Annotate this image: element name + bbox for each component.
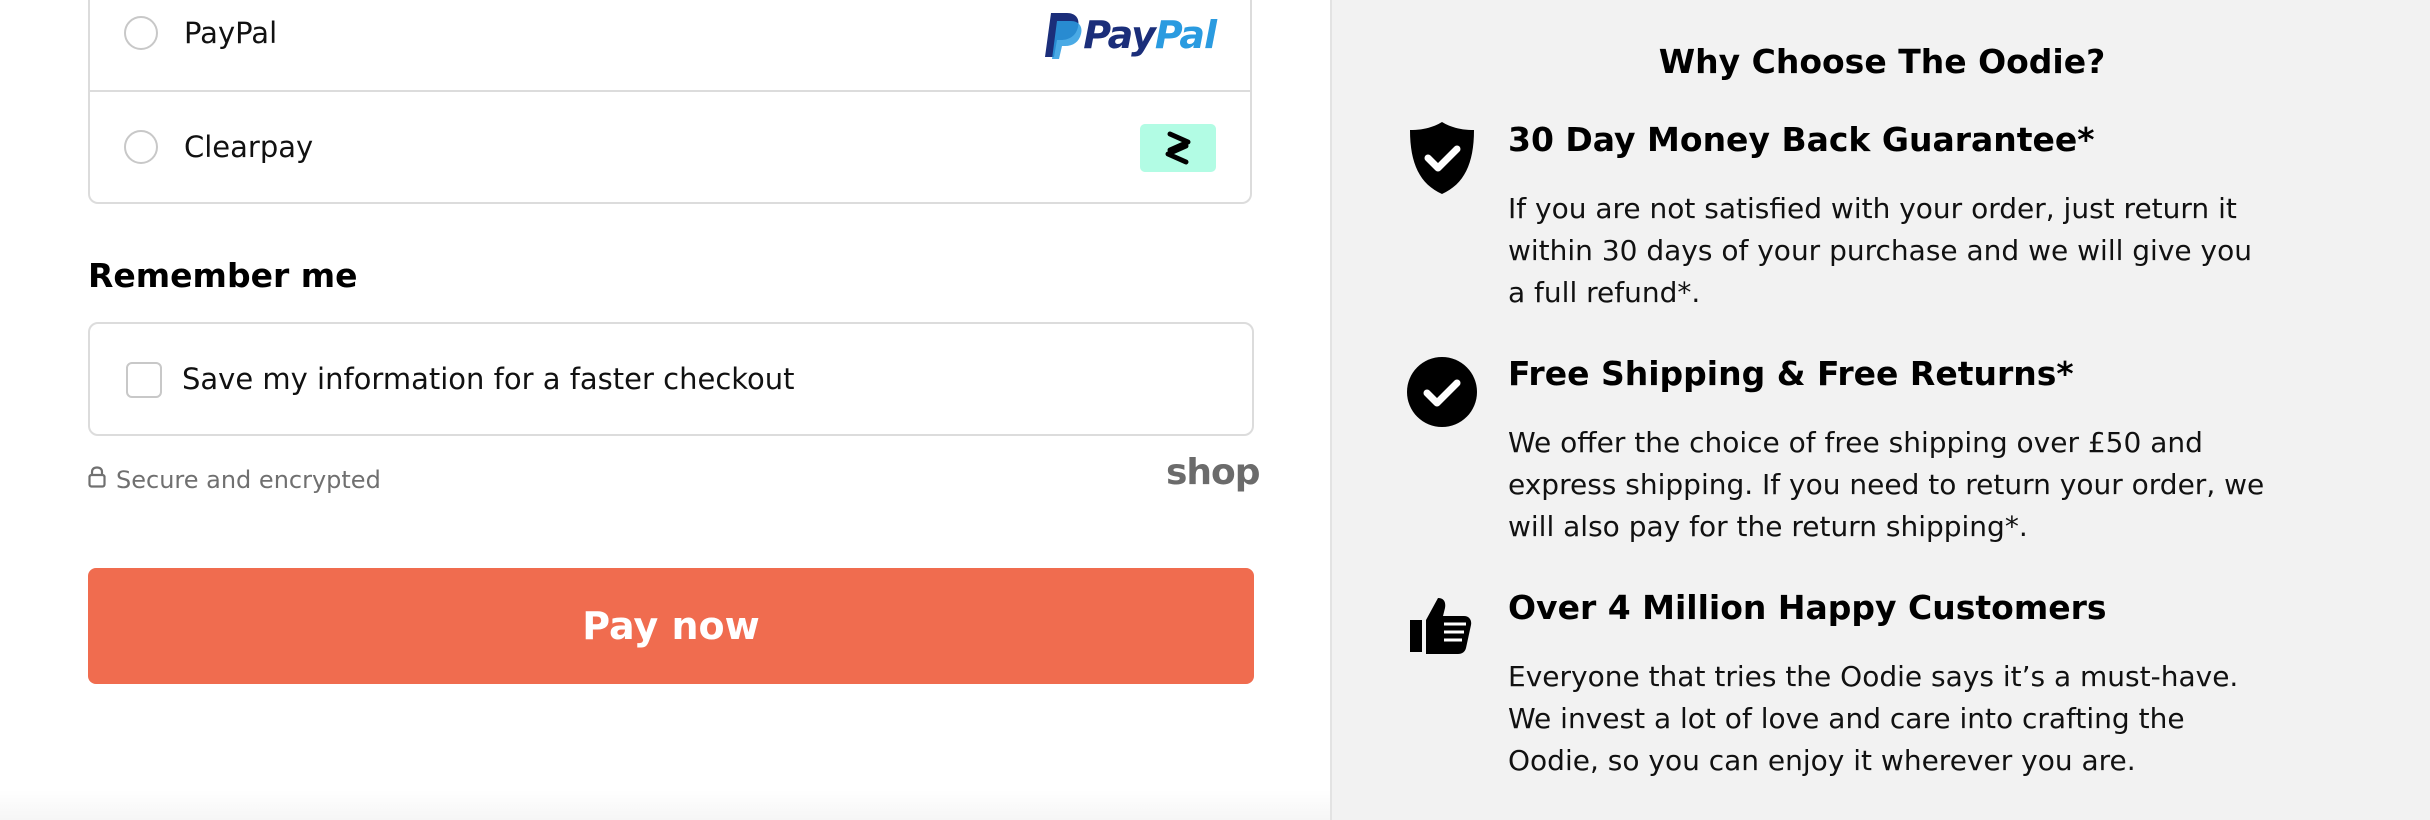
paypal-logo-pal: Pal <box>1154 13 1217 57</box>
lock-icon <box>88 466 106 494</box>
check-circle-icon <box>1406 356 1478 432</box>
paypal-logo-pay: Pay <box>1083 13 1156 57</box>
secure-notice: Secure and encrypted <box>88 466 381 494</box>
payment-option-label: Clearpay <box>184 130 314 164</box>
payment-methods: PayPal Pay Pal Clearpay <box>88 0 1252 204</box>
feature-heading: 30 Day Money Back Guarantee* <box>1508 120 2095 159</box>
paypal-logo: Pay Pal <box>1043 10 1217 60</box>
pay-now-button[interactable]: Pay now <box>88 568 1254 684</box>
payment-option-label: PayPal <box>184 16 278 50</box>
feature-body: We offer the choice of free shipping ove… <box>1508 426 2265 543</box>
payment-option-clearpay[interactable]: Clearpay <box>90 92 1250 204</box>
feature-heading: Over 4 Million Happy Customers <box>1508 588 2107 627</box>
shop-pay-logo: shop <box>1166 452 1261 493</box>
save-info-label: Save my information for a faster checkou… <box>182 362 795 396</box>
save-info-option[interactable]: Save my information for a faster checkou… <box>88 322 1254 436</box>
paypal-p-icon <box>1045 13 1082 59</box>
save-info-checkbox[interactable] <box>126 362 162 398</box>
feature-body: Everyone that tries the Oodie says it’s … <box>1508 660 2239 777</box>
secure-text: Secure and encrypted <box>116 466 381 494</box>
paypal-radio[interactable] <box>124 16 158 50</box>
clearpay-logo <box>1140 124 1216 172</box>
payment-option-paypal[interactable]: PayPal Pay Pal <box>90 0 1250 92</box>
why-choose-heading: Why Choose The Oodie? <box>1658 42 2106 81</box>
clearpay-radio[interactable] <box>124 130 158 164</box>
shield-check-icon <box>1406 120 1478 200</box>
feature-heading: Free Shipping & Free Returns* <box>1508 354 2074 393</box>
clearpay-arrows-icon <box>1165 131 1191 165</box>
why-choose-panel: Why Choose The Oodie? 30 Day Money Back … <box>1330 0 2430 820</box>
thumbs-up-icon <box>1406 594 1474 662</box>
checkout-form: PayPal Pay Pal Clearpay Remember me Save… <box>0 0 1330 820</box>
feature-body: If you are not satisfied with your order… <box>1508 192 2252 309</box>
remember-me-heading: Remember me <box>88 256 358 295</box>
